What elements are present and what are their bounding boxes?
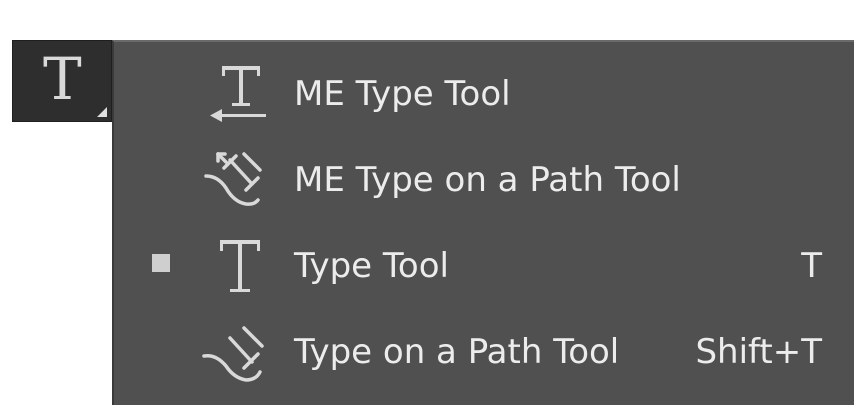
flyout-indicator-icon[interactable] <box>97 107 107 117</box>
me-type-tool-icon <box>210 66 266 122</box>
menu-item-me-type-tool[interactable]: ME Type Tool <box>114 52 852 136</box>
menu-item-type-on-path-tool[interactable]: Type on a Path Tool Shift+T <box>114 310 852 394</box>
menu-item-label: ME Type Tool <box>294 74 511 114</box>
type-tool-icon <box>220 240 260 292</box>
menu-item-label: Type on a Path Tool <box>294 332 620 372</box>
menu-item-type-tool[interactable]: Type Tool T <box>114 224 852 308</box>
type-tool-button[interactable]: T <box>12 40 112 122</box>
type-on-path-tool-icon <box>202 326 264 382</box>
canvas: T ME Type Tool ME Type on a Path Tool Ty… <box>0 0 862 405</box>
type-tool-icon: T <box>43 45 82 113</box>
menu-item-me-type-on-path-tool[interactable]: ME Type on a Path Tool <box>114 138 852 222</box>
selected-indicator-icon <box>152 254 170 272</box>
menu-item-label: Type Tool <box>294 246 449 286</box>
menu-item-shortcut: T <box>801 246 822 286</box>
type-tools-flyout-menu: ME Type Tool ME Type on a Path Tool Type… <box>112 40 854 405</box>
menu-item-label: ME Type on a Path Tool <box>294 160 681 200</box>
me-type-on-path-tool-icon <box>204 152 262 206</box>
menu-item-shortcut: Shift+T <box>695 332 822 372</box>
